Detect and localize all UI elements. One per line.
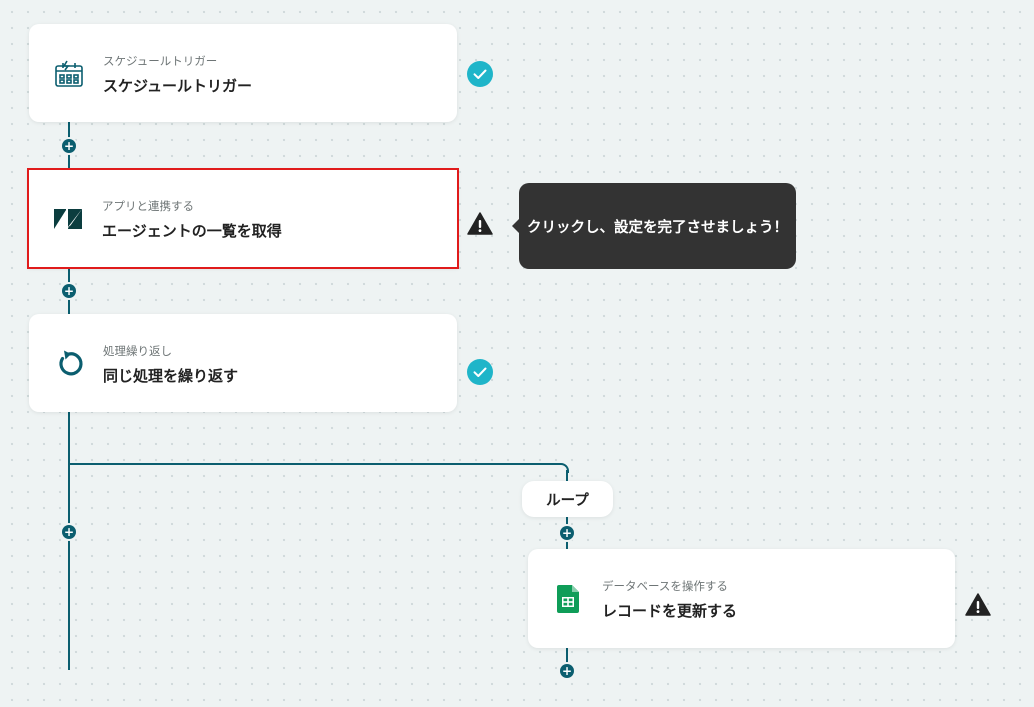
warning-icon[interactable] (467, 211, 493, 237)
complete-check-icon[interactable] (467, 61, 493, 87)
step-subtitle: アプリと連携する (102, 199, 194, 213)
add-step-button[interactable]: + (560, 664, 574, 678)
add-step-button[interactable]: + (62, 284, 76, 298)
flow-canvas: + + + + + スケジュールトリガー スケジュールトリガー アプリと連携する… (0, 0, 1034, 707)
connector-line (68, 412, 70, 670)
step-title: レコードを更新する (602, 602, 738, 620)
add-step-button[interactable]: + (62, 139, 76, 153)
step-title: 同じ処理を繰り返す (103, 367, 239, 385)
step-card-update-record[interactable]: データベースを操作する レコードを更新する (528, 549, 955, 648)
step-card-schedule-trigger[interactable]: スケジュールトリガー スケジュールトリガー (29, 24, 457, 122)
tooltip-text: クリックし、設定を完了させましょう！ (527, 219, 788, 236)
loop-branch-line (69, 463, 560, 465)
complete-check-icon[interactable] (467, 359, 493, 385)
step-card-get-agents[interactable]: アプリと連携する エージェントの一覧を取得 (27, 168, 459, 269)
step-title: エージェントの一覧を取得 (102, 222, 282, 240)
loop-icon (53, 348, 85, 380)
zendesk-icon (52, 203, 84, 235)
step-title: スケジュールトリガー (103, 77, 252, 95)
step-subtitle: データベースを操作する (602, 579, 728, 593)
loop-label-text: ループ (546, 492, 589, 509)
schedule-trigger-icon (53, 58, 85, 90)
step-subtitle: 処理繰り返し (103, 344, 172, 358)
step-subtitle: スケジュールトリガー (103, 54, 218, 68)
add-step-button[interactable]: + (62, 525, 76, 539)
step-card-loop[interactable]: 処理繰り返し 同じ処理を繰り返す (29, 314, 457, 412)
add-step-button[interactable]: + (560, 526, 574, 540)
setup-tooltip: クリックし、設定を完了させましょう！ (512, 183, 796, 269)
loop-label: ループ (522, 481, 613, 517)
warning-icon[interactable] (965, 592, 991, 618)
google-sheets-icon (552, 583, 584, 615)
